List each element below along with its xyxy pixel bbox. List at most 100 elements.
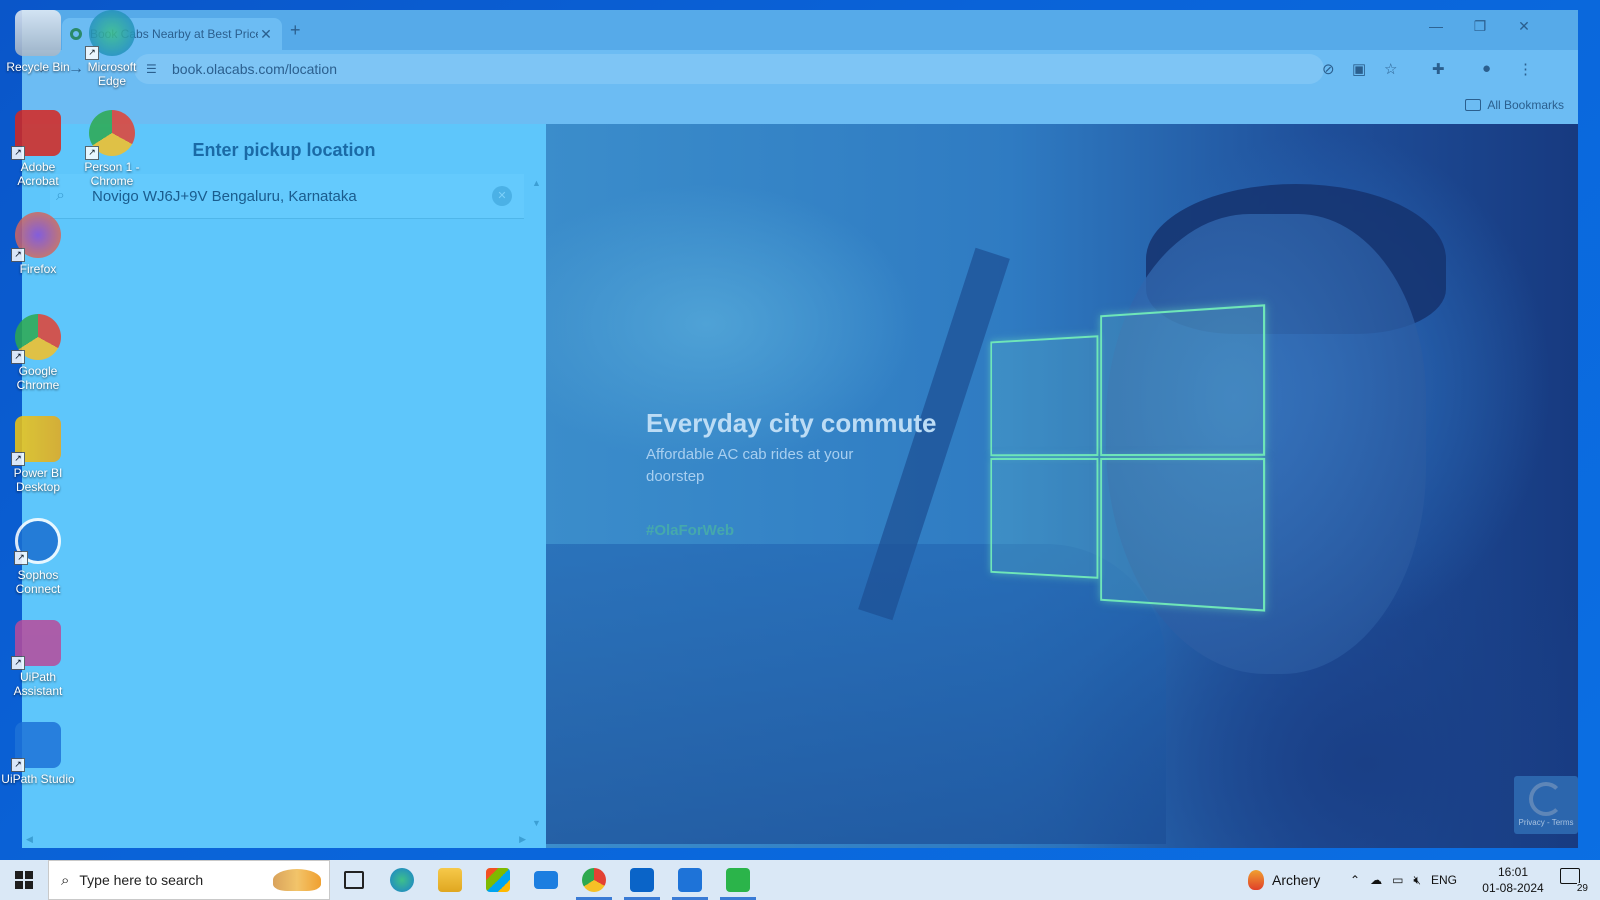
desktop-icon-label: Power BI Desktop [13, 466, 63, 494]
taskbar-file-explorer[interactable] [426, 860, 474, 900]
logo-pane [990, 458, 1099, 579]
search-icon: ⌕ [56, 187, 65, 204]
restore-icon[interactable]: ❐ [1466, 18, 1494, 35]
desktop-icon-label: Firefox [19, 262, 57, 276]
clock[interactable]: 16:01 01-08-2024 [1478, 864, 1548, 896]
taskbar-uipath-studio[interactable] [666, 860, 714, 900]
bookmark-star-icon[interactable]: ☆ [1384, 60, 1397, 78]
all-bookmarks-button[interactable]: All Bookmarks [1465, 98, 1564, 112]
close-tab-icon[interactable]: ✕ [258, 26, 274, 43]
taskbar-store[interactable] [474, 860, 522, 900]
windows-watermark-icon [990, 304, 1267, 614]
desktop-icon-power-bi[interactable]: ↗ Power BI Desktop [0, 416, 76, 494]
volume-muted-icon[interactable]: 🔇︎ [1413, 873, 1421, 888]
notifications-button[interactable]: 29 [1560, 868, 1588, 894]
eye-off-icon[interactable]: ⊘ [1322, 60, 1335, 78]
firefox-icon: ↗ [11, 212, 61, 262]
menu-icon[interactable]: ⋮ [1518, 60, 1533, 78]
weather-widget[interactable]: Archery [1248, 860, 1320, 900]
language-indicator[interactable]: ENG [1431, 873, 1457, 887]
desktop-icon-recycle-bin[interactable]: Recycle Bin [0, 10, 76, 74]
recaptcha-text[interactable]: Privacy - Terms [1514, 818, 1578, 827]
desktop-icon-label: UiPath Assistant [13, 670, 63, 698]
scroll-up-icon[interactable]: ▲ [532, 178, 541, 188]
install-app-icon[interactable]: ▣ [1352, 60, 1366, 78]
recaptcha-badge[interactable]: Privacy - Terms [1514, 776, 1578, 834]
recycle-bin-icon [15, 10, 61, 56]
clear-input-icon[interactable]: ✕ [492, 186, 512, 206]
taskbar-outlook[interactable] [618, 860, 666, 900]
system-tray: ⌃ ☁ ▭ 🔇︎ ENG [1350, 860, 1457, 900]
chrome-icon: ↗ [11, 314, 61, 364]
logo-pane [990, 335, 1099, 457]
taskbar-search[interactable]: ⌕ Type here to search [48, 860, 330, 900]
taskbar-mail[interactable] [522, 860, 570, 900]
tab-strip: Book Cabs Nearby at Best Price ✕ + — ❐ ✕ [22, 10, 1578, 50]
browser-toolbar: ← → ☰ book.olacabs.com/location ⊘ ▣ ☆ ✚ … [22, 50, 1578, 88]
address-url[interactable]: book.olacabs.com/location [172, 61, 337, 77]
pickup-value[interactable]: Novigo WJ6J+9V Bengaluru, Karnataka [92, 188, 492, 205]
start-button[interactable] [0, 860, 48, 900]
scroll-left-icon[interactable]: ◀ [26, 834, 33, 845]
chrome-icon: ↗ [85, 110, 135, 160]
logo-pane [1100, 457, 1266, 612]
close-window-icon[interactable]: ✕ [1510, 18, 1538, 35]
desktop-icon-label: Recycle Bin [6, 60, 70, 74]
desktop-icon-acrobat[interactable]: ↗ Adobe Acrobat [0, 110, 76, 188]
scroll-right-icon[interactable]: ▶ [519, 834, 526, 845]
desktop-icon-sophos[interactable]: ↗ Sophos Connect [0, 518, 76, 596]
taskbar-edge[interactable] [378, 860, 426, 900]
extensions-icon[interactable]: ✚ [1432, 60, 1445, 78]
new-tab-icon[interactable]: + [290, 20, 301, 41]
recaptcha-icon [1529, 782, 1563, 816]
hero-banner: Everyday city commute Affordable AC cab … [546, 124, 1578, 848]
sophos-icon: ↗ [14, 518, 61, 565]
search-placeholder[interactable]: Type here to search [79, 872, 273, 888]
profile-icon[interactable]: ● [1482, 60, 1491, 77]
desktop-icon-label: UiPath Studio [1, 772, 75, 786]
horizontal-scrollbar[interactable]: ◀ ▶ [22, 832, 546, 848]
all-bookmarks-label: All Bookmarks [1487, 98, 1564, 112]
desktop-icon-label: Microsoft Edge [87, 60, 137, 88]
scroll-down-icon[interactable]: ▼ [532, 818, 541, 828]
network-icon[interactable]: ▭ [1392, 873, 1403, 887]
weather-label: Archery [1272, 872, 1321, 888]
hero-hashtag: #OlaForWeb [646, 522, 735, 539]
flame-icon [1248, 870, 1264, 890]
chrome-icon [582, 868, 606, 892]
minimize-icon[interactable]: — [1422, 18, 1450, 34]
power-bi-icon: ↗ [11, 416, 61, 466]
outlook-icon [630, 868, 654, 892]
clock-time: 16:01 [1497, 865, 1529, 879]
store-icon [486, 868, 510, 892]
desktop-icon-uipath-assistant[interactable]: ↗ UiPath Assistant [0, 620, 76, 698]
desktop-icon-label: Adobe Acrobat [17, 160, 59, 188]
taskbar-chrome[interactable] [570, 860, 618, 900]
desktop-icon-edge[interactable]: ↗ Microsoft Edge [74, 10, 150, 88]
task-view-icon [344, 871, 364, 889]
uipath-studio-icon: ↗ [11, 722, 61, 772]
desktop-icon-label: Person 1 - Chrome [84, 160, 140, 188]
browser-window: Book Cabs Nearby at Best Price ✕ + — ❐ ✕… [22, 10, 1578, 848]
logo-pane [1100, 304, 1266, 457]
task-view-button[interactable] [330, 860, 378, 900]
taskbar-player[interactable] [714, 860, 762, 900]
search-highlight-icon[interactable] [273, 869, 321, 891]
desktop-icon-google-chrome[interactable]: ↗ Google Chrome [0, 314, 76, 392]
pickup-panel: Enter pickup location ⌕ Novigo WJ6J+9V B… [22, 124, 546, 848]
notification-count: 29 [1576, 883, 1588, 894]
uipath-assistant-icon: ↗ [11, 620, 61, 670]
acrobat-icon: ↗ [11, 110, 61, 160]
desktop-icon-chrome-person[interactable]: ↗ Person 1 - Chrome [74, 110, 150, 188]
cloud-icon[interactable]: ☁ [1370, 873, 1382, 887]
mail-icon [534, 871, 558, 889]
windows-icon [15, 871, 33, 889]
chevron-up-icon[interactable]: ⌃ [1350, 873, 1360, 887]
address-bar[interactable]: ☰ book.olacabs.com/location [134, 54, 1324, 84]
desktop-icon-uipath-studio[interactable]: ↗ UiPath Studio [0, 722, 76, 786]
clock-date: 01-08-2024 [1482, 881, 1544, 895]
play-icon [726, 868, 750, 892]
notification-icon [1560, 868, 1580, 884]
taskbar: ⌕ Type here to search Archery ⌃ ☁ ▭ 🔇︎ E… [0, 860, 1600, 900]
desktop-icon-firefox[interactable]: ↗ Firefox [0, 212, 76, 276]
